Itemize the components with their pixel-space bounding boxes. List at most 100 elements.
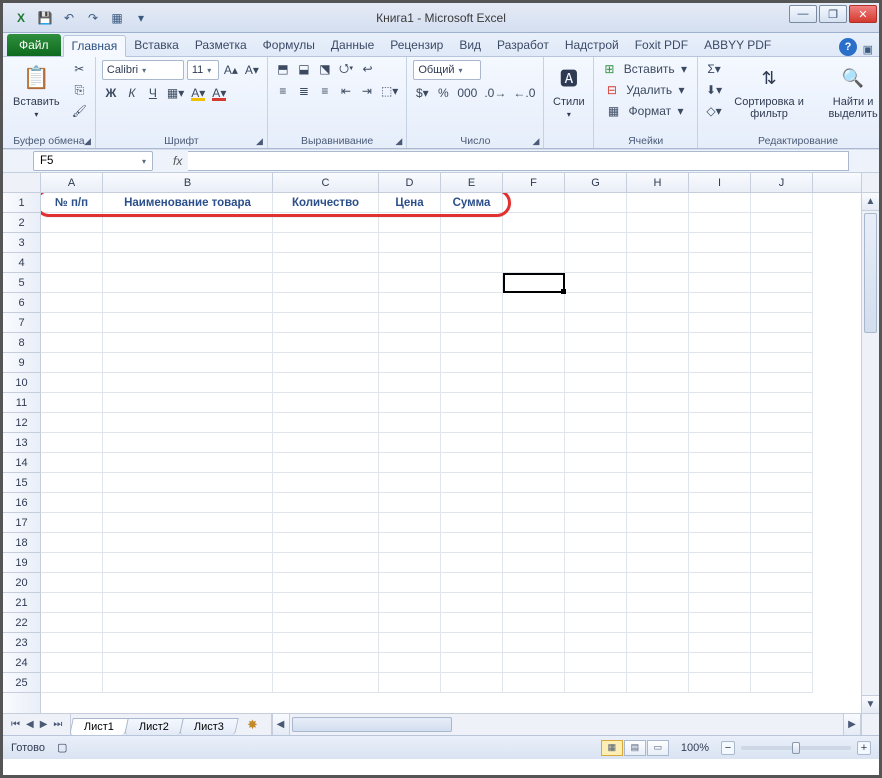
copy-icon[interactable]: ⎘ (70, 81, 89, 99)
increase-decimal-icon[interactable]: .0→ (482, 84, 508, 102)
cell[interactable] (379, 333, 441, 353)
zoom-level[interactable]: 100% (681, 742, 709, 754)
cell[interactable] (751, 373, 813, 393)
cell[interactable] (103, 513, 273, 533)
cell[interactable] (689, 453, 751, 473)
minimize-ribbon-icon[interactable]: ▣ (863, 43, 873, 56)
cell[interactable] (273, 513, 379, 533)
name-box[interactable]: F5▾ (33, 151, 153, 171)
row-header[interactable]: 18 (3, 533, 40, 553)
row-header[interactable]: 3 (3, 233, 40, 253)
cell[interactable] (503, 453, 565, 473)
cell[interactable]: Цена (379, 193, 441, 213)
cell[interactable] (751, 493, 813, 513)
cell[interactable] (41, 233, 103, 253)
cell[interactable] (441, 513, 503, 533)
align-center-icon[interactable]: ≣ (295, 82, 313, 100)
cell[interactable] (627, 613, 689, 633)
scroll-up-icon[interactable]: ▲ (862, 193, 879, 211)
col-header[interactable]: I (689, 173, 751, 192)
cell[interactable] (751, 313, 813, 333)
cell[interactable] (41, 333, 103, 353)
cell[interactable] (379, 673, 441, 693)
cell[interactable] (379, 453, 441, 473)
cell[interactable] (751, 393, 813, 413)
dialog-launcher-icon[interactable]: ◢ (84, 136, 91, 147)
underline-button[interactable]: Ч (144, 84, 162, 102)
cell[interactable] (627, 373, 689, 393)
cell[interactable] (379, 393, 441, 413)
cell[interactable] (565, 253, 627, 273)
cell[interactable] (627, 353, 689, 373)
cell[interactable] (379, 373, 441, 393)
increase-indent-icon[interactable]: ⇥ (358, 82, 376, 100)
cell[interactable] (503, 313, 565, 333)
cell[interactable] (441, 293, 503, 313)
cell[interactable] (103, 393, 273, 413)
cell[interactable] (41, 533, 103, 553)
cell[interactable] (689, 533, 751, 553)
dialog-launcher-icon[interactable]: ◢ (395, 136, 402, 147)
cell[interactable] (41, 473, 103, 493)
cell[interactable] (751, 633, 813, 653)
cell[interactable] (627, 313, 689, 333)
border-icon[interactable]: ▦▾ (165, 84, 186, 102)
cell[interactable] (503, 473, 565, 493)
tab-data[interactable]: Данные (323, 34, 382, 56)
cell[interactable] (379, 293, 441, 313)
paste-button[interactable]: 📋 Вставить ▾ (9, 60, 64, 121)
cell[interactable] (441, 573, 503, 593)
cell[interactable] (627, 393, 689, 413)
row-header[interactable]: 10 (3, 373, 40, 393)
minimize-button[interactable]: — (789, 5, 817, 23)
cell[interactable] (503, 433, 565, 453)
zoom-thumb[interactable] (792, 742, 800, 754)
cell[interactable] (565, 453, 627, 473)
cell[interactable] (689, 433, 751, 453)
col-header[interactable]: H (627, 173, 689, 192)
cell[interactable] (441, 413, 503, 433)
cell[interactable] (103, 313, 273, 333)
cell[interactable] (627, 193, 689, 213)
fill-color-icon[interactable]: A▾ (189, 84, 207, 102)
cell[interactable] (273, 473, 379, 493)
cell[interactable] (689, 253, 751, 273)
cell[interactable] (627, 453, 689, 473)
cell[interactable] (503, 533, 565, 553)
decrease-indent-icon[interactable]: ⇤ (337, 82, 355, 100)
cell[interactable] (689, 473, 751, 493)
cell[interactable] (41, 673, 103, 693)
cell[interactable] (689, 273, 751, 293)
select-all-corner[interactable] (3, 173, 41, 193)
cell[interactable] (103, 333, 273, 353)
row-header[interactable]: 23 (3, 633, 40, 653)
cell[interactable] (565, 233, 627, 253)
cell[interactable] (103, 553, 273, 573)
cell[interactable] (379, 413, 441, 433)
col-header[interactable]: J (751, 173, 813, 192)
insert-cells-button[interactable]: ⊞ Вставить ▾ (600, 60, 691, 78)
row-header[interactable]: 20 (3, 573, 40, 593)
cell[interactable] (503, 553, 565, 573)
tab-view[interactable]: Вид (451, 34, 489, 56)
row-header[interactable]: 2 (3, 213, 40, 233)
qat-dropdown-icon[interactable]: ▾ (131, 8, 151, 28)
cell[interactable] (627, 333, 689, 353)
cell[interactable] (379, 613, 441, 633)
dialog-launcher-icon[interactable]: ◢ (532, 136, 539, 147)
cell[interactable] (41, 613, 103, 633)
cell[interactable] (751, 513, 813, 533)
help-icon[interactable]: ? (839, 38, 857, 56)
cell[interactable] (441, 373, 503, 393)
orientation-icon[interactable]: ⭯▾ (337, 60, 356, 78)
cell[interactable] (379, 233, 441, 253)
cell[interactable] (627, 473, 689, 493)
cell[interactable] (503, 653, 565, 673)
cell[interactable] (689, 513, 751, 533)
cell[interactable] (751, 273, 813, 293)
cell[interactable] (503, 673, 565, 693)
align-bottom-icon[interactable]: ⬔ (316, 60, 334, 78)
bold-button[interactable]: Ж (102, 84, 120, 102)
cell[interactable] (41, 313, 103, 333)
cell[interactable] (565, 193, 627, 213)
